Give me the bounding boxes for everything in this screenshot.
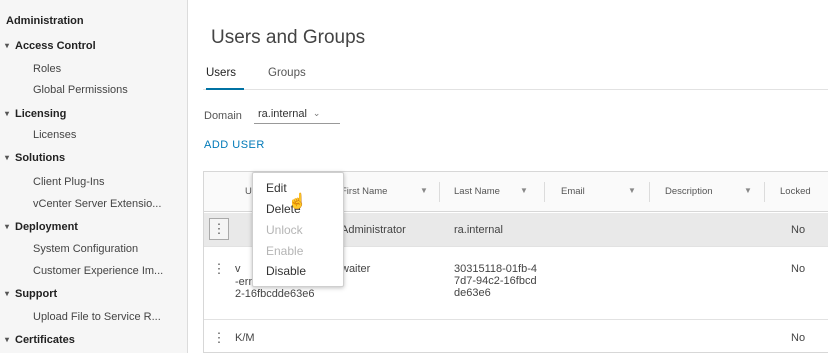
cell-locked: No bbox=[791, 263, 806, 275]
chevron-down-icon: ⌄ bbox=[312, 108, 321, 118]
hand-cursor-icon: ☝ bbox=[288, 193, 307, 210]
tab-users[interactable]: Users bbox=[206, 67, 236, 79]
filter-icon[interactable]: ▼ bbox=[628, 186, 636, 195]
column-separator[interactable] bbox=[649, 182, 650, 202]
sidebar-section-access-control[interactable]: ▾ Access Control bbox=[0, 35, 188, 56]
caret-down-icon: ▾ bbox=[5, 153, 10, 162]
sidebar-item-licenses[interactable]: Licenses bbox=[0, 124, 188, 145]
column-header-last-name[interactable]: Last Name bbox=[454, 186, 500, 197]
sidebar-item-vcenter-extensions[interactable]: vCenter Server Extensio... bbox=[0, 193, 188, 214]
sidebar-item-upload-file[interactable]: Upload File to Service R... bbox=[0, 306, 188, 327]
cell-first-name: waiter bbox=[341, 263, 371, 275]
cell-username: K/M bbox=[235, 332, 255, 344]
sidebar-item-global-permissions[interactable]: Global Permissions bbox=[0, 79, 188, 100]
active-tab-indicator bbox=[206, 88, 244, 90]
sidebar-item-customer-experience[interactable]: Customer Experience Im... bbox=[0, 260, 188, 281]
column-separator[interactable] bbox=[544, 182, 545, 202]
sidebar-item-system-configuration[interactable]: System Configuration bbox=[0, 238, 188, 259]
sidebar-section-deployment[interactable]: ▾ Deployment bbox=[0, 216, 188, 237]
cell-locked: No bbox=[791, 224, 806, 236]
cell-last-name: ra.internal bbox=[454, 224, 503, 236]
column-header-email[interactable]: Email bbox=[561, 186, 585, 197]
sidebar-section-support[interactable]: ▾ Support bbox=[0, 283, 188, 304]
filter-icon[interactable]: ▼ bbox=[744, 186, 752, 195]
sidebar-item-client-plugins[interactable]: Client Plug-Ins bbox=[0, 171, 188, 192]
tab-groups[interactable]: Groups bbox=[268, 67, 306, 79]
sidebar-item-roles[interactable]: Roles bbox=[0, 58, 188, 79]
row-actions-kebab-icon[interactable]: ⋮ bbox=[209, 218, 229, 240]
caret-down-icon: ▾ bbox=[5, 222, 10, 231]
domain-value: ra.internal bbox=[258, 107, 307, 120]
column-header-first-name[interactable]: First Name bbox=[341, 186, 387, 197]
menu-item-enable: Enable bbox=[266, 243, 304, 258]
filter-icon[interactable]: ▼ bbox=[420, 186, 428, 195]
caret-down-icon: ▾ bbox=[5, 109, 10, 118]
caret-down-icon: ▾ bbox=[5, 289, 10, 298]
sidebar-header: Administration bbox=[6, 14, 84, 27]
column-header-username[interactable]: U bbox=[245, 186, 252, 197]
row-actions-kebab-icon[interactable]: ⋮ bbox=[209, 258, 229, 280]
add-user-button[interactable]: ADD USER bbox=[204, 139, 265, 151]
caret-down-icon: ▾ bbox=[5, 41, 10, 50]
page-title: Users and Groups bbox=[211, 27, 366, 48]
sidebar-nav: Administration ▾ Access Control Roles Glo… bbox=[0, 0, 188, 353]
column-separator[interactable] bbox=[439, 182, 440, 202]
cell-last-name: 30315118-01fb-4 7d7-94c2-16fbcd de63e6 bbox=[454, 263, 537, 299]
caret-down-icon: ▾ bbox=[5, 335, 10, 344]
column-separator[interactable] bbox=[764, 182, 765, 202]
table-row[interactable]: ⋮ K/M No bbox=[204, 321, 828, 353]
menu-item-unlock: Unlock bbox=[266, 222, 303, 237]
tab-divider bbox=[203, 89, 828, 90]
domain-label: Domain bbox=[204, 110, 242, 122]
sidebar-section-solutions[interactable]: ▾ Solutions bbox=[0, 147, 188, 168]
cell-first-name: Administrator bbox=[341, 224, 406, 236]
cell-username-prefix: v bbox=[235, 263, 241, 275]
column-header-locked[interactable]: Locked bbox=[780, 186, 811, 197]
row-actions-kebab-icon[interactable]: ⋮ bbox=[209, 327, 229, 349]
sidebar-section-certificates[interactable]: ▾ Certificates bbox=[0, 329, 188, 350]
menu-item-disable[interactable]: Disable bbox=[253, 261, 345, 280]
domain-select[interactable]: ra.internal ⌄ bbox=[254, 104, 340, 124]
filter-icon[interactable]: ▼ bbox=[520, 186, 528, 195]
cell-locked: No bbox=[791, 332, 806, 344]
row-context-menu: Edit Delete Unlock Enable Disable bbox=[252, 172, 344, 287]
sidebar-section-licensing[interactable]: ▾ Licensing bbox=[0, 103, 188, 124]
column-header-description[interactable]: Description bbox=[665, 186, 713, 197]
